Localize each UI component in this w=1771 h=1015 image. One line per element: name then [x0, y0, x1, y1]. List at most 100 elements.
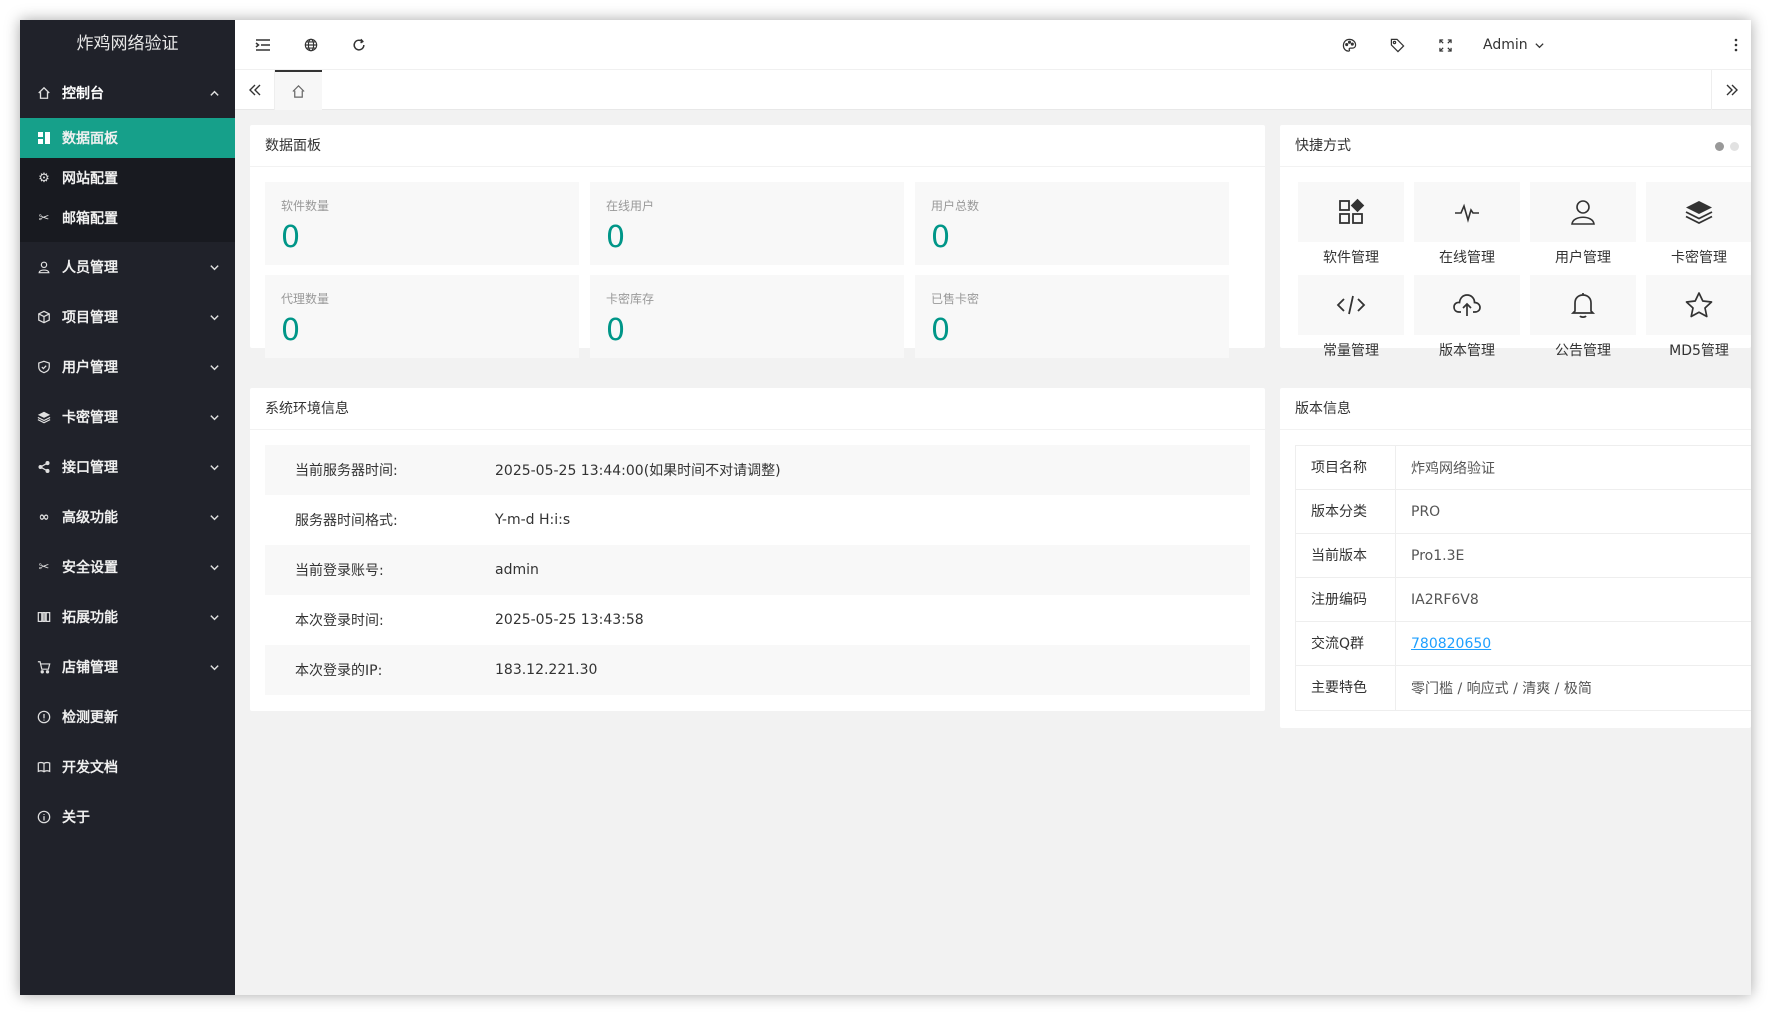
sidebar-item-cards[interactable]: 卡密管理: [20, 392, 235, 442]
sidebar-item-api[interactable]: 接口管理: [20, 442, 235, 492]
env-value: 2025-05-25 13:43:58: [495, 612, 644, 628]
sidebar-item-check-update[interactable]: 检测更新: [20, 692, 235, 742]
chevron-down-icon: [209, 462, 219, 472]
user-menu[interactable]: Admin: [1483, 20, 1545, 70]
shortcut-users[interactable]: 用户管理: [1530, 182, 1636, 268]
shortcut-label: 常量管理: [1323, 343, 1379, 359]
env-value: 183.12.221.30: [495, 662, 598, 678]
tools-icon: ✂: [38, 559, 50, 575]
chevron-down-icon: [209, 662, 219, 672]
env-key: 本次登录时间:: [295, 613, 384, 629]
fullscreen-icon[interactable]: [1435, 35, 1455, 55]
env-row: 本次登录的IP: 183.12.221.30: [265, 645, 1250, 695]
carousel-dot[interactable]: [1715, 142, 1724, 151]
stat-label: 已售卡密: [931, 292, 980, 306]
sidebar-item-security[interactable]: ✂ 安全设置: [20, 542, 235, 592]
shortcut-md5[interactable]: MD5管理: [1646, 275, 1751, 361]
version-value: 零门槛 / 响应式 / 清爽 / 极简: [1411, 681, 1592, 697]
stat-card[interactable]: 代理数量 0: [265, 275, 579, 358]
shield-icon: [36, 359, 52, 375]
sidebar-item-label: 接口管理: [62, 460, 118, 476]
sidebar-item-staff[interactable]: 人员管理: [20, 242, 235, 292]
sidebar-item-dashboard[interactable]: 数据面板: [20, 118, 235, 158]
shortcut-cards[interactable]: 卡密管理: [1646, 182, 1751, 268]
stat-label: 卡密库存: [606, 292, 655, 306]
table-row: 主要特色 零门槛 / 响应式 / 清爽 / 极简: [1296, 666, 1751, 710]
version-key: 项目名称: [1296, 445, 1396, 490]
chevron-up-icon: [209, 88, 219, 98]
stat-label: 在线用户: [606, 199, 655, 213]
shortcut-software[interactable]: 软件管理: [1298, 182, 1404, 268]
stat-value: 0: [606, 313, 626, 348]
stat-card[interactable]: 卡密库存 0: [590, 275, 904, 358]
app-logo[interactable]: 炸鸡网络验证: [20, 20, 235, 68]
sidebar-item-label: 数据面板: [62, 131, 118, 147]
globe-icon[interactable]: [301, 35, 321, 55]
sidebar-item-advanced[interactable]: ∞ 高级功能: [20, 492, 235, 542]
menu-toggle-icon[interactable]: [253, 35, 273, 55]
shortcut-label: 公告管理: [1555, 343, 1611, 359]
top-header: Admin: [235, 20, 1751, 70]
panel-title: 快捷方式: [1280, 125, 1751, 167]
dashboard-icon: [36, 130, 52, 146]
env-value: 2025-05-25 13:44:00(如果时间不对请调整): [495, 463, 781, 479]
sidebar-item-mail-config[interactable]: ✂ 邮箱配置: [20, 198, 235, 238]
tabs-scroll-right-icon[interactable]: [1711, 70, 1751, 110]
carousel-indicator[interactable]: [1715, 142, 1739, 151]
carousel-dot[interactable]: [1730, 142, 1739, 151]
user-icon: [36, 259, 52, 275]
chevron-down-icon: [1534, 40, 1545, 51]
shortcut-label: 用户管理: [1555, 250, 1611, 266]
refresh-icon[interactable]: [349, 35, 369, 55]
sidebar-item-shop[interactable]: 店铺管理: [20, 642, 235, 692]
stat-label: 软件数量: [281, 199, 330, 213]
nav-console[interactable]: 控制台: [20, 68, 235, 118]
tag-icon[interactable]: [1387, 35, 1407, 55]
stat-card[interactable]: 软件数量 0: [265, 182, 579, 265]
sidebar-item-extensions[interactable]: 拓展功能: [20, 592, 235, 642]
more-vertical-icon[interactable]: [1729, 35, 1743, 55]
chevron-down-icon: [209, 412, 219, 422]
stat-card[interactable]: 用户总数 0: [915, 182, 1229, 265]
version-key: 版本分类: [1296, 489, 1396, 534]
qq-group-link[interactable]: 780820650: [1396, 636, 1491, 652]
info-icon: [36, 809, 52, 825]
stat-value: 0: [931, 220, 951, 255]
bell-icon: [1570, 291, 1596, 319]
shortcuts-panel: 快捷方式 软件管理 在线管理 用户管理 卡密管理 常量管理 版本管理 公告管理 …: [1280, 125, 1751, 359]
shortcut-label: MD5管理: [1669, 343, 1729, 359]
panel-title: 数据面板: [250, 125, 1265, 167]
env-key: 服务器时间格式:: [295, 513, 398, 529]
user-name: Admin: [1483, 37, 1528, 53]
stat-card[interactable]: 已售卡密 0: [915, 275, 1229, 358]
version-panel: 版本信息 项目名称 炸鸡网络验证 版本分类 PRO 当前版本 Pro1.3E 注…: [1280, 388, 1751, 728]
layers-icon: [36, 409, 52, 425]
sidebar-item-site-config[interactable]: ⚙ 网站配置: [20, 158, 235, 198]
env-row: 服务器时间格式: Y-m-d H:i:s: [265, 495, 1250, 545]
chevron-down-icon: [209, 612, 219, 622]
stat-label: 用户总数: [931, 199, 980, 213]
shortcut-versions[interactable]: 版本管理: [1414, 275, 1520, 361]
palette-icon[interactable]: [1339, 35, 1359, 55]
sidebar-item-label: 卡密管理: [62, 410, 118, 426]
table-row: 注册编码 IA2RF6V8: [1296, 577, 1751, 622]
version-key: 当前版本: [1296, 533, 1396, 578]
sidebar-item-label: 拓展功能: [62, 610, 118, 626]
env-value: admin: [495, 562, 539, 578]
tab-home[interactable]: [275, 70, 322, 110]
env-row: 当前登录账号: admin: [265, 545, 1250, 595]
sidebar-item-projects[interactable]: 项目管理: [20, 292, 235, 342]
shortcut-constants[interactable]: 常量管理: [1298, 275, 1404, 361]
shortcut-online[interactable]: 在线管理: [1414, 182, 1520, 268]
stat-card[interactable]: 在线用户 0: [590, 182, 904, 265]
sidebar-item-about[interactable]: 关于: [20, 792, 235, 842]
table-row: 交流Q群 780820650: [1296, 621, 1751, 666]
shortcut-notices[interactable]: 公告管理: [1530, 275, 1636, 361]
data-panel: 数据面板 软件数量 0 在线用户 0 用户总数 0 代理数量 0 卡密库存 0 …: [250, 125, 1265, 358]
sidebar-item-label: 网站配置: [62, 171, 118, 187]
shortcut-label: 卡密管理: [1671, 250, 1727, 266]
tabs-scroll-left-icon[interactable]: [235, 70, 275, 110]
sidebar-item-users[interactable]: 用户管理: [20, 342, 235, 392]
sidebar-item-docs[interactable]: 开发文档: [20, 742, 235, 792]
sidebar-item-label: 店铺管理: [62, 660, 118, 676]
